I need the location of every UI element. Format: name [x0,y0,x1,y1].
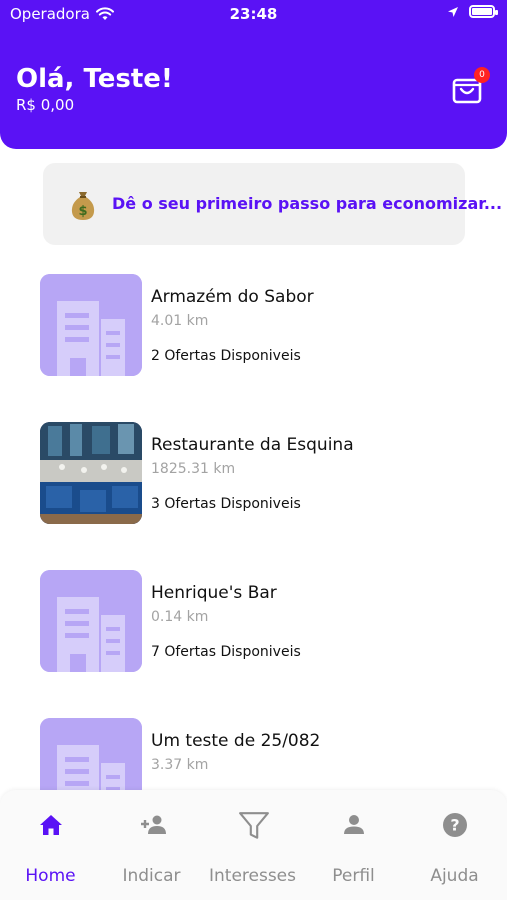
list-item[interactable]: Henrique's Bar 0.14 km 7 Ofertas Disponi… [40,558,480,672]
location-arrow-icon [448,6,458,17]
header: Operadora 23:48 Olá, Teste! R$ 0,00 0 [0,0,507,149]
promo-text: Dê o seu primeiro passo para economizar.… [112,194,503,213]
cart-badge: 0 [474,67,490,83]
tab-ajuda[interactable]: ? Ajuda [404,790,505,900]
person-icon [344,815,364,834]
balance: R$ 0,00 [16,96,75,114]
store-image [40,274,142,376]
tab-label: Perfil [332,866,375,886]
clock: 23:48 [229,5,278,23]
tab-label: Interesses [208,866,297,886]
svg-text:?: ? [450,816,459,835]
cart-button[interactable]: 0 [452,67,490,106]
battery-icon [469,5,498,18]
right-status [447,5,498,18]
greeting: Olá, Teste! [16,64,173,94]
store-distance: 3.37 km [151,757,209,773]
tab-label: Indicar [122,866,181,886]
store-distance: 1825.31 km [151,461,236,477]
tab-label: Home [25,866,76,886]
store-name: Armazém do Sabor [151,287,314,307]
list-item[interactable]: Armazém do Sabor 4.01 km 2 Ofertas Dispo… [40,262,480,376]
restaurant-photo [40,422,142,524]
home-icon [40,815,62,835]
filter-icon [239,812,269,839]
list-item[interactable]: Restaurante da Esquina 1825.31 km 3 Ofer… [40,410,480,524]
tab-label: Ajuda [430,866,479,886]
tab-home[interactable]: Home [0,790,101,900]
store-image [40,422,142,524]
store-offers: 3 Ofertas Disponiveis [151,496,301,512]
store-distance: 0.14 km [151,609,209,625]
add-user-icon [141,815,166,834]
tab-interesses[interactable]: Interesses [202,790,303,900]
store-distance: 4.01 km [151,313,209,329]
store-name: Restaurante da Esquina [151,435,354,455]
store-offers: 2 Ofertas Disponiveis [151,348,301,364]
tab-indicar[interactable]: Indicar [101,790,202,900]
promo-banner[interactable]: $ Dê o seu primeiro passo para economiza… [43,163,502,245]
store-image [40,570,142,672]
svg-text:$: $ [78,204,87,219]
store-name: Um teste de 25/082 [151,731,321,751]
tab-perfil[interactable]: Perfil [303,790,404,900]
help-icon: ? [443,813,467,837]
status-bar: Operadora 23:48 [0,0,507,28]
tab-bar: Home Indicar Interesses Perfil ? Ajuda [0,790,507,900]
store-name: Henrique's Bar [151,583,277,603]
building-icon [40,570,142,672]
building-icon [40,274,142,376]
store-offers: 7 Ofertas Disponiveis [151,644,301,660]
money-bag-icon: $ [71,192,95,220]
